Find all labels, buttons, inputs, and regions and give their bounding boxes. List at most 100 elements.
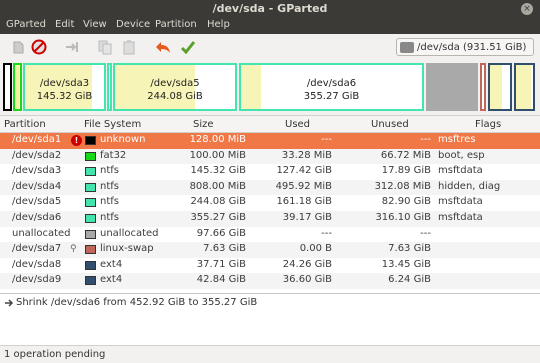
cell-used: 0.00 B bbox=[299, 243, 332, 255]
harddisk-icon bbox=[400, 42, 414, 53]
close-window-button[interactable]: × bbox=[521, 3, 533, 15]
map-sda3[interactable]: /dev/sda3 145.32 GiB bbox=[23, 63, 106, 111]
col-used[interactable]: Used bbox=[285, 119, 310, 130]
key-icon: ⚲ bbox=[70, 244, 77, 255]
menu-edit[interactable]: Edit bbox=[55, 19, 74, 30]
cell-used: --- bbox=[321, 227, 332, 239]
map-sda9[interactable] bbox=[514, 63, 535, 111]
filesystem-color-swatch bbox=[85, 151, 96, 161]
partition-table: /dev/sda1! unknown 128.00 MiB --- --- msftres… bbox=[0, 133, 540, 293]
cell-unused: 7.63 GiB bbox=[388, 243, 431, 255]
status-text: 1 operation pending bbox=[4, 349, 106, 360]
map-sda6[interactable]: /dev/sda6 355.27 GiB bbox=[239, 63, 424, 111]
cell-filesystem: ntfs bbox=[100, 212, 119, 223]
menu-bar: GParted Edit View Device Partition Help bbox=[0, 18, 540, 34]
table-row[interactable]: /dev/sda9 ext4 42.84 GiB 36.60 GiB 6.24 GiB bbox=[0, 273, 540, 289]
delete-icon[interactable] bbox=[31, 39, 47, 55]
cell-unused: --- bbox=[420, 227, 431, 239]
cell-partition: /dev/sda9 bbox=[12, 274, 62, 286]
map-sda7[interactable] bbox=[480, 63, 486, 111]
cell-filesystem: ntfs bbox=[100, 180, 119, 192]
table-row[interactable]: unallocated unallocated 97.66 GiB --- --- bbox=[0, 227, 540, 243]
menu-partition[interactable]: Partition bbox=[155, 19, 197, 30]
table-row[interactable]: /dev/sda5 ntfs 244.08 GiB 161.18 GiB 82.90 G… bbox=[0, 195, 540, 211]
cell-filesystem: unknown bbox=[100, 134, 146, 145]
menu-device[interactable]: Device bbox=[116, 19, 150, 30]
cell-used: 24.26 GiB bbox=[282, 258, 332, 270]
map-sda3-name: /dev/sda3 bbox=[39, 78, 90, 89]
col-partition[interactable]: Partition bbox=[4, 119, 46, 130]
cell-flags: msftres bbox=[438, 134, 476, 145]
warning-icon[interactable]: ! bbox=[71, 135, 82, 146]
cell-filesystem: fat32 bbox=[100, 149, 127, 161]
table-row[interactable]: /dev/sda7 ⚲ linux-swap 7.63 GiB 0.00 B 7.63 G… bbox=[0, 242, 540, 258]
table-row[interactable]: /dev/sda4 ntfs 808.00 MiB 495.92 MiB 312.08 … bbox=[0, 179, 540, 196]
table-row[interactable]: /dev/sda2 fat32 100.00 MiB 33.28 MiB 66.72 M… bbox=[0, 148, 540, 165]
cell-size: 808.00 MiB bbox=[189, 180, 246, 192]
cell-filesystem: ext4 bbox=[100, 274, 123, 286]
cell-used: 495.92 MiB bbox=[275, 180, 332, 192]
cell-filesystem: ntfs bbox=[100, 165, 119, 177]
pending-operations-pane: Shrink /dev/sda6 from 452.92 GiB to 355.… bbox=[0, 293, 540, 345]
cell-flags: msftdata bbox=[438, 212, 483, 223]
col-size[interactable]: Size bbox=[193, 119, 214, 130]
cell-flags: boot, esp bbox=[438, 149, 485, 161]
col-filesystem[interactable]: File System bbox=[84, 119, 141, 130]
menu-view[interactable]: View bbox=[83, 19, 107, 30]
table-row[interactable]: /dev/sda6 ntfs 355.27 GiB 39.17 GiB 316.10 G… bbox=[0, 211, 540, 227]
cell-partition: /dev/sda8 bbox=[12, 258, 62, 270]
filesystem-color-swatch bbox=[85, 167, 96, 177]
map-sda4[interactable] bbox=[107, 63, 112, 111]
cell-size: 7.63 GiB bbox=[203, 243, 246, 255]
cell-unused: 312.08 MiB bbox=[374, 180, 431, 192]
cell-partition: /dev/sda1 bbox=[12, 134, 62, 145]
cell-unused: 82.90 GiB bbox=[381, 196, 431, 208]
paste-icon[interactable] bbox=[121, 39, 137, 55]
new-partition-icon[interactable] bbox=[10, 39, 26, 55]
cell-size: 128.00 MiB bbox=[189, 134, 246, 145]
filesystem-color-swatch bbox=[85, 214, 96, 223]
cell-filesystem: ntfs bbox=[100, 196, 119, 208]
device-selector[interactable]: /dev/sda (931.51 GiB) bbox=[396, 38, 534, 56]
title-bar: /dev/sda - GParted × bbox=[0, 0, 540, 18]
cell-filesystem: ext4 bbox=[100, 258, 123, 270]
map-sda6-name: /dev/sda6 bbox=[306, 78, 357, 89]
cell-size: 42.84 GiB bbox=[196, 274, 246, 286]
table-row[interactable]: /dev/sda8 ext4 37.71 GiB 24.26 GiB 13.45 GiB bbox=[0, 258, 540, 274]
cell-filesystem: unallocated bbox=[100, 227, 159, 239]
map-sda8[interactable] bbox=[488, 63, 512, 111]
undo-icon[interactable] bbox=[155, 39, 171, 55]
cell-flags: hidden, diag bbox=[438, 180, 501, 192]
map-unallocated[interactable] bbox=[426, 63, 478, 111]
cell-partition: unallocated bbox=[12, 227, 71, 239]
cell-unused: 13.45 GiB bbox=[381, 258, 431, 270]
cell-partition: /dev/sda3 bbox=[12, 165, 62, 177]
copy-icon[interactable] bbox=[97, 39, 113, 55]
map-sda5-size: 244.08 GiB bbox=[147, 91, 203, 102]
filesystem-color-swatch bbox=[85, 229, 96, 239]
cell-unused: 66.72 MiB bbox=[380, 149, 431, 161]
cell-used: 33.28 MiB bbox=[281, 149, 332, 161]
map-sda5[interactable]: /dev/sda5 244.08 GiB bbox=[113, 63, 237, 111]
map-sda1[interactable] bbox=[3, 63, 12, 111]
table-row[interactable]: /dev/sda3 ntfs 145.32 GiB 127.42 GiB 17.89 G… bbox=[0, 164, 540, 180]
apply-icon[interactable] bbox=[180, 39, 196, 55]
cell-size: 145.32 GiB bbox=[190, 165, 246, 177]
window-title: /dev/sda - GParted bbox=[212, 2, 328, 15]
resize-move-icon[interactable] bbox=[64, 39, 80, 55]
map-sda2[interactable] bbox=[13, 63, 22, 111]
menu-help[interactable]: Help bbox=[207, 19, 230, 30]
cell-size: 37.71 GiB bbox=[196, 258, 246, 270]
filesystem-color-swatch bbox=[85, 198, 96, 208]
cell-flags: msftdata bbox=[438, 165, 483, 177]
cell-unused: 17.89 GiB bbox=[381, 165, 431, 177]
cell-partition: /dev/sda4 bbox=[12, 180, 62, 192]
menu-gparted[interactable]: GParted bbox=[6, 19, 46, 30]
col-unused[interactable]: Unused bbox=[371, 119, 409, 130]
table-row[interactable]: /dev/sda1! unknown 128.00 MiB --- --- msftres bbox=[0, 133, 540, 149]
pending-operation-item[interactable]: Shrink /dev/sda6 from 452.92 GiB to 355.… bbox=[16, 297, 257, 308]
map-sda5-name: /dev/sda5 bbox=[150, 78, 200, 89]
filesystem-color-swatch bbox=[85, 136, 96, 145]
col-flags[interactable]: Flags bbox=[475, 119, 501, 130]
cell-used: 127.42 GiB bbox=[276, 165, 332, 177]
